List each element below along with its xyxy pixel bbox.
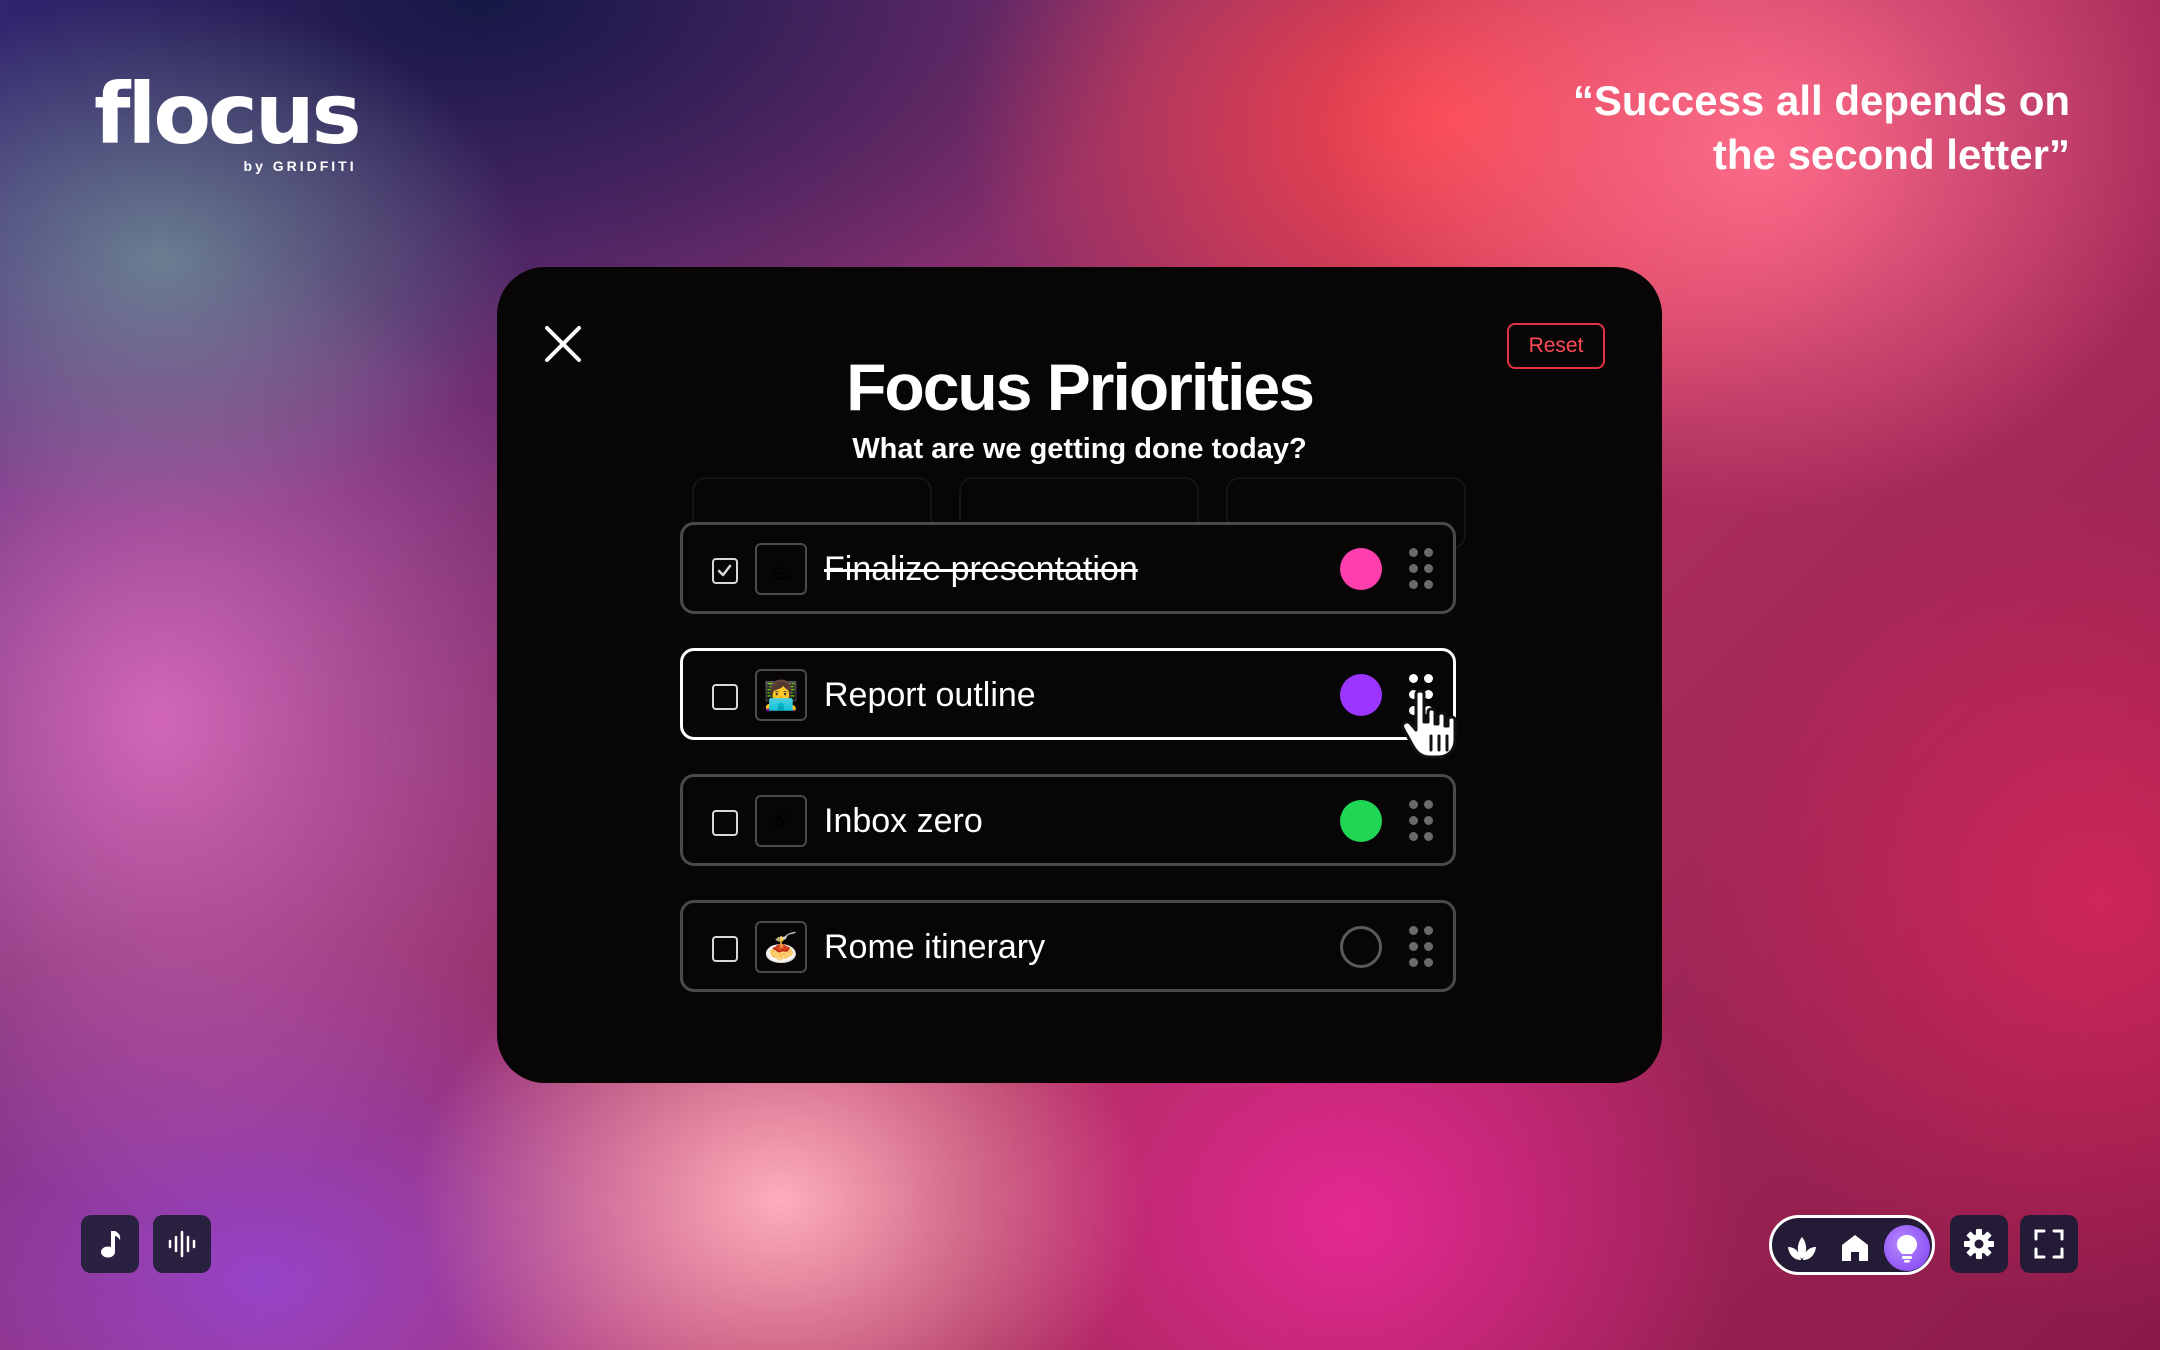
priority-label[interactable]: Report outline: [824, 675, 1036, 715]
home-mode-button[interactable]: [1832, 1225, 1878, 1271]
priority-label[interactable]: Inbox zero: [824, 801, 983, 841]
priority-color-dot[interactable]: [1340, 926, 1382, 968]
gear-icon: [1964, 1229, 1994, 1259]
checkmark-icon: [717, 564, 732, 577]
sound-wave-icon: [168, 1230, 196, 1258]
priority-checkbox[interactable]: [712, 684, 738, 710]
priority-row-4[interactable]: 🍝 Rome itinerary: [680, 900, 1456, 992]
brand-logo[interactable]: flocus by GRIDFITI: [94, 65, 362, 174]
drag-handle-icon[interactable]: [1409, 800, 1433, 842]
plant-icon: [1788, 1237, 1816, 1260]
hand-cursor-icon: [1401, 689, 1457, 759]
settings-button[interactable]: [1950, 1215, 2008, 1273]
focus-priorities-modal: Reset Focus Priorities What are we getti…: [497, 267, 1662, 1083]
music-note-icon: [101, 1231, 121, 1258]
drag-handle-icon[interactable]: [1409, 548, 1433, 590]
priority-row-2[interactable]: 👩‍💻 Report outline: [680, 648, 1456, 740]
brand-byline: by GRIDFITI: [243, 158, 357, 174]
priority-emoji[interactable]: ☕: [755, 543, 807, 595]
priority-row-3[interactable]: ⚡ Inbox zero: [680, 774, 1456, 866]
fullscreen-button[interactable]: [2020, 1215, 2078, 1273]
priority-color-dot[interactable]: [1340, 800, 1382, 842]
home-icon: [1842, 1235, 1868, 1261]
priority-color-dot[interactable]: [1340, 674, 1382, 716]
plant-mode-button[interactable]: [1779, 1225, 1825, 1271]
priority-list: ☕ Finalize presentation 👩‍💻 Report outli…: [680, 522, 1456, 1026]
fullscreen-icon: [2034, 1229, 2064, 1259]
brand-name: flocus: [94, 65, 362, 163]
priority-emoji[interactable]: 👩‍💻: [755, 669, 807, 721]
lightbulb-icon: [1897, 1235, 1917, 1263]
priority-checkbox[interactable]: [712, 810, 738, 836]
priority-emoji[interactable]: 🍝: [755, 921, 807, 973]
modal-title: Focus Priorities: [846, 350, 1315, 424]
drag-handle-icon[interactable]: [1409, 926, 1433, 968]
priority-checkbox[interactable]: [712, 558, 738, 584]
priority-label[interactable]: Rome itinerary: [824, 927, 1045, 967]
focus-mode-button[interactable]: [1884, 1225, 1930, 1271]
mode-switcher: [1769, 1215, 1935, 1275]
music-button[interactable]: [81, 1215, 139, 1273]
priority-emoji[interactable]: ⚡: [755, 795, 807, 847]
priority-row-1[interactable]: ☕ Finalize presentation: [680, 522, 1456, 614]
ambient-sound-button[interactable]: [153, 1215, 211, 1273]
daily-quote: “Success all depends on the second lette…: [1572, 77, 2070, 178]
modal-subtitle: What are we getting done today?: [852, 433, 1307, 465]
priority-label[interactable]: Finalize presentation: [824, 549, 1138, 589]
priority-checkbox[interactable]: [712, 936, 738, 962]
priority-color-dot[interactable]: [1340, 548, 1382, 590]
